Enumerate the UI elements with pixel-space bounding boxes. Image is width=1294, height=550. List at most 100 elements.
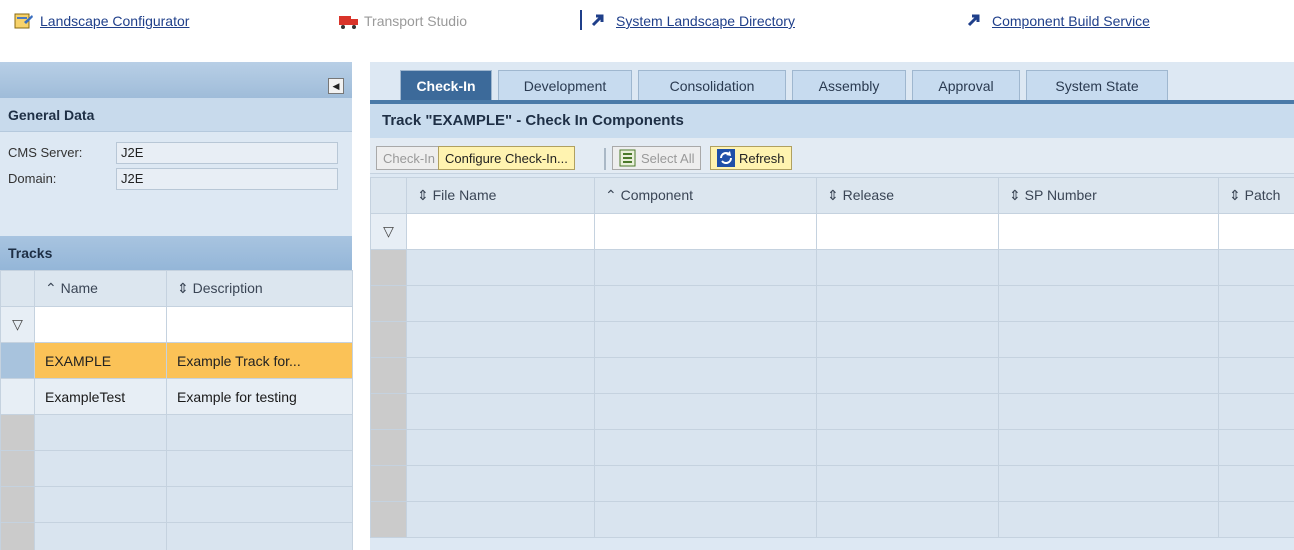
sort-icon: ⇕	[417, 187, 433, 203]
configure-check-in-button[interactable]: Configure Check-In...	[438, 146, 575, 170]
top-navigation: Landscape Configurator Transport Studio …	[0, 0, 1294, 48]
column-header-description[interactable]: ⇕ Description	[166, 270, 353, 307]
filter-component-input[interactable]	[594, 213, 817, 250]
check-in-button[interactable]: Check-In	[376, 146, 443, 170]
row-selector	[370, 465, 407, 502]
system-landscape-directory-label: System Landscape Directory	[616, 13, 795, 29]
right-panel: Check-In Development Consolidation Assem…	[370, 62, 1294, 550]
sort-asc-icon: ⌃	[45, 280, 61, 296]
filter-file-name-input[interactable]	[406, 213, 595, 250]
general-data-title: General Data	[0, 98, 352, 132]
landscape-configurator-icon	[14, 12, 34, 30]
filter-sp-number-input[interactable]	[998, 213, 1219, 250]
empty-cell	[816, 393, 999, 430]
empty-cell	[816, 357, 999, 394]
row-selector	[370, 357, 407, 394]
component-build-service-link[interactable]: Component Build Service	[966, 10, 1150, 32]
collapse-panel-button[interactable]: ◀	[328, 78, 344, 94]
tracks-header-row: ⌃ Name ⇕ Description	[0, 270, 353, 307]
transport-studio-link[interactable]: Transport Studio	[338, 10, 467, 32]
row-selector	[0, 486, 35, 523]
column-header-patch[interactable]: ⇕ Patch	[1218, 177, 1294, 214]
sort-icon: ⇕	[827, 187, 843, 203]
tab-strip: Check-In Development Consolidation Assem…	[370, 62, 1294, 100]
table-row	[370, 321, 1294, 358]
empty-cell	[816, 465, 999, 502]
row-selector	[0, 414, 35, 451]
row-selector	[370, 429, 407, 466]
column-header-sp-number[interactable]: ⇕ SP Number	[998, 177, 1219, 214]
table-row	[0, 414, 353, 451]
tracks-table: ⌃ Name ⇕ Description ▽ EXAMPLE Example T…	[0, 270, 353, 550]
table-row[interactable]: ExampleTest Example for testing	[0, 378, 353, 415]
select-all-icon	[619, 149, 637, 167]
filter-icon[interactable]: ▽	[370, 213, 407, 250]
empty-cell	[166, 414, 353, 451]
sort-asc-icon: ⌃	[605, 187, 621, 203]
sort-icon: ⇕	[1229, 187, 1245, 203]
tab-consolidation[interactable]: Consolidation	[638, 70, 786, 100]
landscape-configurator-link[interactable]: Landscape Configurator	[14, 10, 189, 32]
empty-cell	[594, 357, 817, 394]
domain-label: Domain:	[8, 171, 57, 186]
tab-check-in[interactable]: Check-In	[400, 70, 492, 100]
empty-cell	[1218, 285, 1294, 322]
column-header-name[interactable]: ⌃ Name	[34, 270, 167, 307]
domain-field: J2E	[116, 167, 338, 190]
system-landscape-directory-link[interactable]: System Landscape Directory	[590, 10, 795, 32]
empty-cell	[166, 486, 353, 523]
table-row	[370, 285, 1294, 322]
tab-system-state[interactable]: System State	[1026, 70, 1168, 100]
filter-release-input[interactable]	[816, 213, 999, 250]
left-panel-header: ◀	[0, 62, 352, 98]
select-all-header[interactable]	[370, 177, 407, 214]
select-all-button[interactable]: Select All	[612, 146, 702, 170]
empty-cell	[406, 285, 595, 322]
cms-server-label: CMS Server:	[8, 145, 83, 160]
domain-row: Domain: J2E	[0, 166, 352, 191]
transport-studio-label: Transport Studio	[364, 13, 467, 29]
column-header-file-name[interactable]: ⇕ File Name	[406, 177, 595, 214]
table-row	[370, 393, 1294, 430]
empty-cell	[34, 486, 167, 523]
select-all-label: Select All	[641, 150, 695, 166]
tab-development[interactable]: Development	[498, 70, 632, 100]
row-selector	[0, 522, 35, 550]
filter-icon[interactable]: ▽	[0, 306, 35, 343]
select-all-header[interactable]	[0, 270, 35, 307]
track-description-cell: Example Track for...	[166, 342, 353, 379]
empty-cell	[816, 429, 999, 466]
component-build-service-label: Component Build Service	[992, 13, 1150, 29]
table-row[interactable]: EXAMPLE Example Track for...	[0, 342, 353, 379]
empty-cell	[406, 429, 595, 466]
column-header-label: Description	[192, 280, 263, 296]
empty-cell	[594, 393, 817, 430]
refresh-button[interactable]: Refresh	[710, 146, 792, 170]
table-row	[370, 465, 1294, 502]
tab-approval[interactable]: Approval	[912, 70, 1020, 100]
refresh-icon	[717, 149, 735, 167]
empty-cell	[1218, 393, 1294, 430]
empty-cell	[406, 321, 595, 358]
empty-cell	[1218, 321, 1294, 358]
filter-name-input[interactable]	[34, 306, 167, 343]
table-row	[370, 249, 1294, 286]
empty-cell	[594, 249, 817, 286]
empty-cell	[594, 321, 817, 358]
components-table: ⇕ File Name ⌃ Component ⇕ Release ⇕ SP N…	[370, 177, 1294, 538]
column-header-component[interactable]: ⌃ Component	[594, 177, 817, 214]
column-header-release[interactable]: ⇕ Release	[816, 177, 999, 214]
filter-description-input[interactable]	[166, 306, 353, 343]
cms-server-field: J2E	[116, 141, 338, 164]
landscape-configurator-label: Landscape Configurator	[40, 13, 190, 29]
row-selector[interactable]	[0, 342, 35, 379]
table-row	[0, 522, 353, 550]
row-selector	[370, 321, 407, 358]
filter-patch-input[interactable]	[1218, 213, 1294, 250]
tab-assembly[interactable]: Assembly	[792, 70, 906, 100]
track-description-cell: Example for testing	[166, 378, 353, 415]
row-selector[interactable]	[0, 378, 35, 415]
empty-cell	[406, 393, 595, 430]
empty-cell	[406, 465, 595, 502]
empty-cell	[998, 249, 1219, 286]
